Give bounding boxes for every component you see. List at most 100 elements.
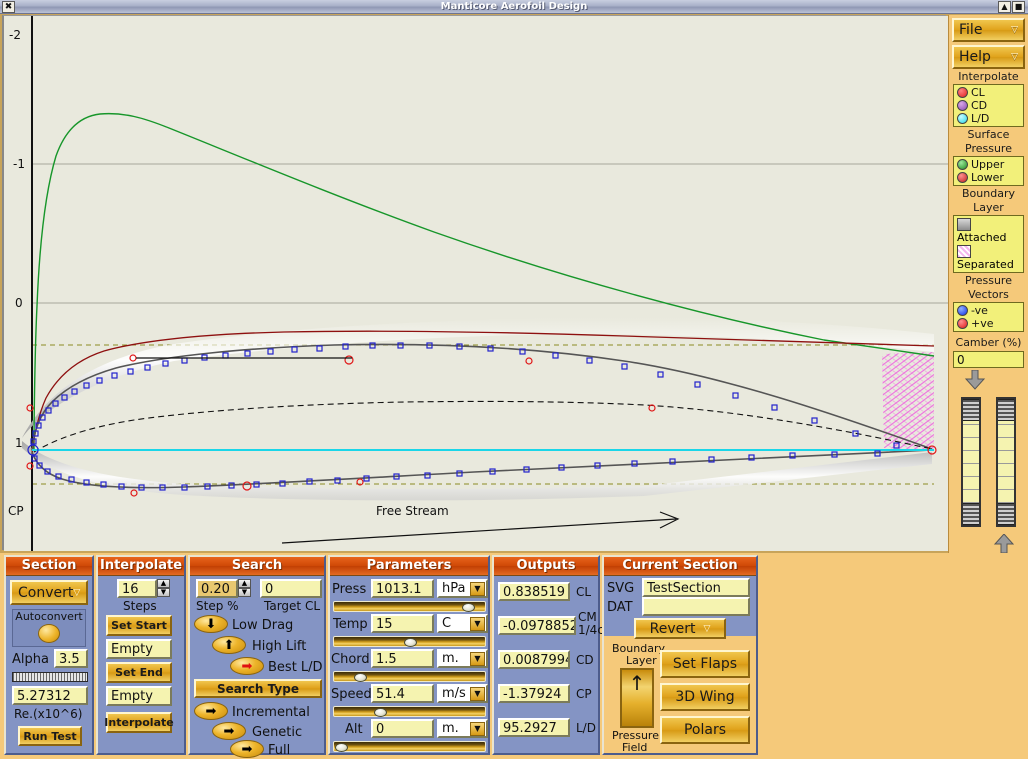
camber-slider[interactable] (961, 397, 981, 527)
spinner-down-icon[interactable]: ▼ (157, 588, 170, 597)
target-cl-field[interactable]: 0 (260, 579, 322, 598)
alt-slider-track[interactable] (333, 741, 486, 752)
legend-item-cd[interactable]: CD (957, 99, 1020, 112)
start-value-field[interactable]: Empty (106, 639, 172, 659)
best-ld-radio[interactable]: ➡ (230, 657, 264, 675)
chevron-down-icon[interactable]: ▼ (470, 687, 485, 701)
help-menu-button[interactable]: Help ▽ (952, 45, 1025, 69)
press-field[interactable]: 1013.1 (371, 579, 434, 598)
camber-value-field[interactable]: 0 (953, 351, 1024, 368)
genetic-radio[interactable]: ➡ (212, 722, 246, 740)
press-slider-track[interactable] (333, 601, 486, 612)
legend-item-lower[interactable]: Lower (957, 171, 1020, 184)
steps-spinner[interactable]: ▲ ▼ (157, 579, 170, 597)
legend-item-cl[interactable]: CL (957, 86, 1020, 99)
cm-output-field: -0.0978852 (498, 616, 576, 635)
step-percent-spinner[interactable]: ▲ ▼ (238, 579, 251, 597)
run-test-button[interactable]: Run Test (18, 726, 82, 746)
minimize-window-button[interactable]: ▲ (998, 1, 1011, 13)
y-tick-one: 1 (15, 436, 23, 450)
legend-item-negative[interactable]: -ve (957, 304, 1020, 317)
temp-unit-dropdown[interactable]: C ▼ (437, 614, 488, 633)
temp-slider-track[interactable] (333, 636, 486, 647)
chevron-down-icon[interactable]: ▼ (470, 617, 485, 631)
end-value-field[interactable]: Empty (106, 686, 172, 706)
reynolds-field[interactable]: 5.27312 (12, 686, 88, 705)
reynolds-label: Re.(x10^6) (14, 707, 82, 721)
autoconvert-toggle[interactable] (38, 624, 60, 643)
interpolate-panel-title: Interpolate (98, 557, 184, 576)
chord-slider-knob[interactable] (354, 673, 367, 682)
high-lift-label: High Lift (252, 639, 306, 654)
alt-field[interactable]: 0 (371, 719, 434, 738)
y-tick-zero: 0 (15, 296, 23, 310)
thickness-slider[interactable] (996, 397, 1016, 527)
full-radio[interactable]: ➡ (230, 740, 264, 758)
y-axis-title: CP (8, 504, 24, 518)
dat-label: DAT (607, 600, 633, 615)
alpha-slider[interactable] (12, 672, 88, 682)
speed-field[interactable]: 51.4 (371, 684, 434, 703)
maximize-window-button[interactable]: ■ (1012, 1, 1025, 13)
arrow-down-icon[interactable] (963, 370, 987, 390)
revert-button[interactable]: Revert ▽ (634, 618, 726, 639)
pressure-vectors-title-1: Pressure (949, 275, 1028, 287)
alt-slider-knob[interactable] (335, 743, 348, 752)
camber-thickness-sliders[interactable] (953, 392, 1024, 532)
chord-field[interactable]: 1.5 (371, 649, 434, 668)
incremental-radio[interactable]: ➡ (194, 702, 228, 720)
legend-item-upper[interactable]: Upper (957, 158, 1020, 171)
steps-field[interactable]: 16 (117, 579, 157, 598)
chord-slider-track[interactable] (333, 671, 486, 682)
temp-field[interactable]: 15 (371, 614, 434, 633)
search-panel: Search 0.20 ▲ ▼ 0 Step % Target CL ⬇ Low… (188, 555, 326, 755)
chevron-down-icon[interactable]: ▼ (470, 652, 485, 666)
cl-output-field: 0.838519 (498, 582, 570, 601)
alt-unit-dropdown[interactable]: m. ▼ (437, 719, 488, 738)
spinner-up-icon[interactable]: ▲ (238, 579, 251, 588)
high-lift-radio[interactable]: ⬆ (212, 636, 246, 654)
cm-output-label: CM 1/4c (578, 611, 604, 637)
ld-output-label: L/D (576, 721, 596, 735)
set-end-button[interactable]: Set End (106, 662, 172, 683)
search-panel-title: Search (190, 557, 324, 576)
polars-button[interactable]: Polars (660, 716, 750, 744)
speed-slider-knob[interactable] (374, 708, 387, 717)
speed-slider-track[interactable] (333, 706, 486, 717)
press-label: Press (332, 582, 366, 597)
legend-item-positive[interactable]: +ve (957, 317, 1020, 330)
alpha-field[interactable]: 3.5 (54, 649, 88, 668)
file-menu-button[interactable]: File ▽ (952, 18, 1025, 42)
boundary-layer-toggle-switch[interactable]: ↑ (620, 668, 654, 728)
set-flaps-button[interactable]: Set Flaps (660, 650, 750, 678)
arrow-up-icon: ↑ (629, 670, 646, 696)
interpolate-button[interactable]: Interpolate (106, 712, 172, 733)
aerofoil-plot[interactable]: -2 -1 0 1 CP Free Stream (2, 15, 946, 550)
press-unit-dropdown[interactable]: hPa ▼ (437, 579, 488, 598)
arrow-up-icon[interactable] (992, 534, 1016, 554)
window-controls: ▲ ■ (998, 1, 1026, 13)
step-percent-label: Step % (196, 599, 239, 613)
press-slider-knob[interactable] (462, 603, 475, 612)
dat-field[interactable] (642, 597, 750, 616)
step-percent-field[interactable]: 0.20 (196, 579, 238, 598)
3d-wing-button[interactable]: 3D Wing (660, 683, 750, 711)
spinner-down-icon[interactable]: ▼ (238, 588, 251, 597)
legend-label: -ve (971, 304, 988, 317)
low-drag-radio[interactable]: ⬇ (194, 615, 228, 633)
svg-field[interactable]: TestSection (642, 578, 750, 597)
convert-button[interactable]: Convert ▽ (10, 580, 88, 605)
alt-label: Alt (345, 722, 363, 737)
speed-unit-value: m/s (442, 686, 466, 701)
set-start-button[interactable]: Set Start (106, 615, 172, 636)
thickness-arrow-row (949, 534, 1028, 554)
svg-label: SVG (607, 581, 634, 596)
temp-slider-knob[interactable] (404, 638, 417, 647)
close-window-button[interactable]: ✖ (2, 1, 15, 13)
legend-item-ld[interactable]: L/D (957, 112, 1020, 125)
spinner-up-icon[interactable]: ▲ (157, 579, 170, 588)
chevron-down-icon[interactable]: ▼ (470, 582, 485, 596)
chevron-down-icon[interactable]: ▼ (470, 722, 485, 736)
chord-unit-dropdown[interactable]: m. ▼ (437, 649, 488, 668)
speed-unit-dropdown[interactable]: m/s ▼ (437, 684, 488, 703)
